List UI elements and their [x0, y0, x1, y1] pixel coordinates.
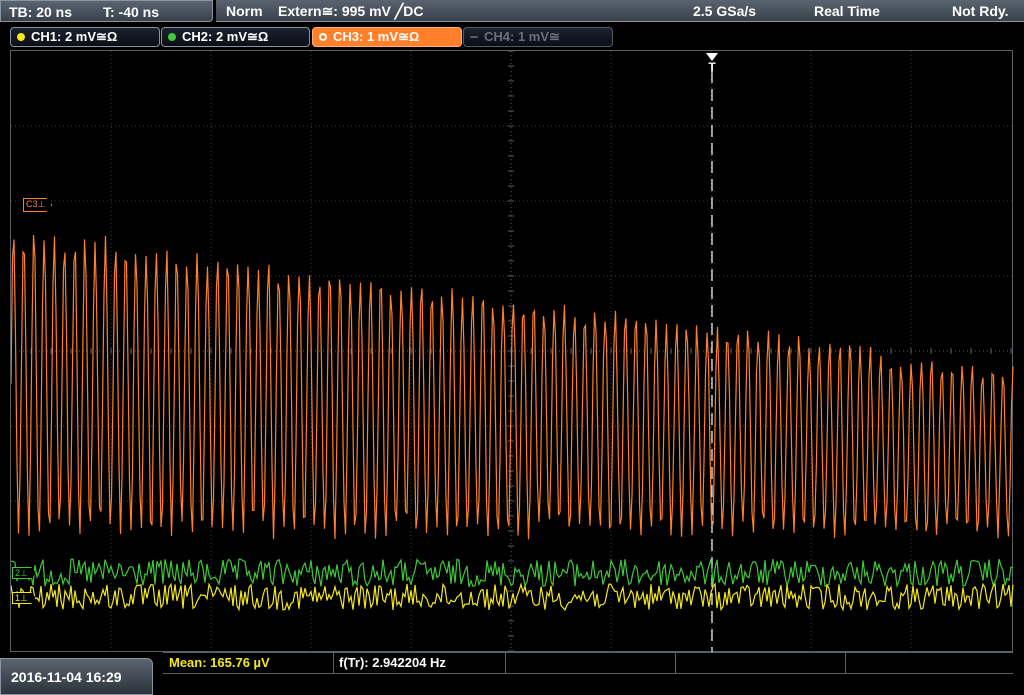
waveform-display[interactable]: C3⊥ 2⊥ 1⊥ T [10, 50, 1014, 653]
channel-1-label: CH1: 2 mV≅Ω [31, 29, 118, 44]
datetime-label: 2016-11-04 16:29 [11, 669, 122, 685]
channel-2-dot-icon [168, 33, 176, 41]
datetime-panel[interactable]: 2016-11-04 16:29 [0, 658, 153, 695]
channel-2-button[interactable]: CH2: 2 mV≅Ω [161, 27, 310, 47]
trigger-position-label: T: -40 ns [103, 4, 160, 20]
channel-1-dot-icon [17, 33, 25, 41]
top-status-bar: TB: 20 ns T: -40 ns Norm Extern≅: 995 mV… [0, 0, 1024, 24]
channel-1-button[interactable]: CH1: 2 mV≅Ω [10, 27, 160, 47]
ch3-offset-marker[interactable]: C3⊥ [23, 198, 53, 212]
channel-2-label: CH2: 2 mV≅Ω [182, 29, 269, 44]
trigger-marker[interactable]: T [705, 52, 719, 74]
channel-4-button[interactable]: CH4: 1 mV≅ [463, 27, 613, 47]
bottom-bar: 2016-11-04 16:29 Mean: 165.76 µV f(Tr): … [0, 652, 1024, 695]
channel-4-label: CH4: 1 mV≅ [484, 29, 560, 44]
ready-status: Not Rdy. [952, 3, 1009, 19]
acquisition-mode[interactable]: Norm [226, 0, 263, 22]
trigger-arrow-icon [706, 53, 718, 61]
sample-rate: 2.5 GSa/s [693, 3, 757, 19]
ch3-trace [11, 234, 1014, 540]
channel-3-dot-icon [319, 33, 327, 41]
timebase-panel[interactable]: TB: 20 ns T: -40 ns [0, 0, 213, 22]
ch2-offset-marker[interactable]: 2⊥ [12, 567, 36, 579]
ch1-offset-marker[interactable]: 1⊥ [12, 592, 36, 604]
ch2-trace [11, 558, 1014, 589]
channel-3-label: CH3: 1 mV≅Ω [333, 29, 420, 44]
channel-4-dash-icon [470, 36, 478, 38]
meas-row-divider [163, 673, 1013, 674]
meas-divider [163, 653, 846, 673]
channel-3-button[interactable]: CH3: 1 mV≅Ω [312, 27, 462, 47]
waveform-canvas [11, 51, 1014, 653]
trigger-source[interactable]: Extern≅: 995 mV ╱DC [278, 0, 423, 22]
acquisition-strip: Norm Extern≅: 995 mV ╱DC 2.5 GSa/s Real … [216, 0, 1024, 22]
measurement-panel[interactable]: Mean: 165.76 µV f(Tr): 2.942204 Hz [163, 652, 1013, 695]
channel-bar: CH1: 2 mV≅Ω CH2: 2 mV≅Ω CH3: 1 mV≅Ω CH4:… [0, 24, 1024, 50]
trigger-marker-label: T [708, 60, 716, 74]
timebase-label: TB: 20 ns [9, 4, 73, 20]
realtime-mode: Real Time [814, 3, 880, 19]
